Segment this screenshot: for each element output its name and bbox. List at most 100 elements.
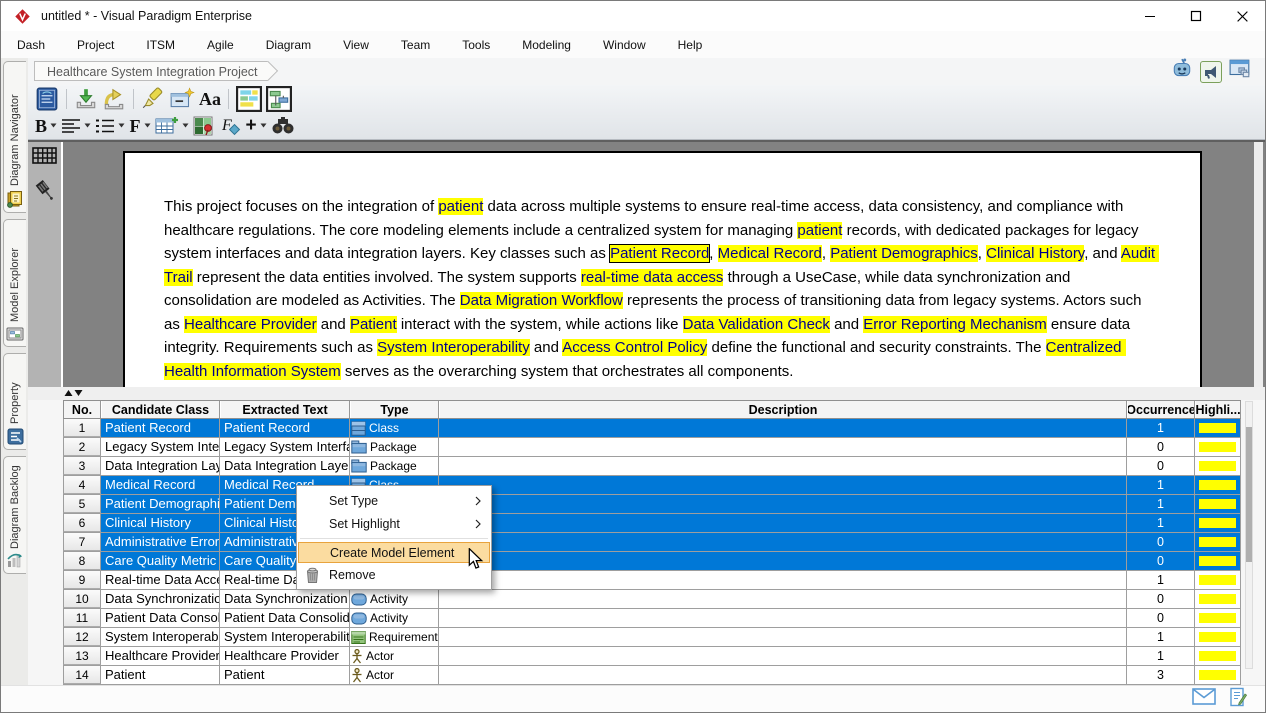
- menu-item-itsm[interactable]: ITSM: [130, 32, 191, 58]
- type-cell[interactable]: Activity: [350, 590, 439, 608]
- menu-item-team[interactable]: Team: [385, 32, 446, 58]
- highlighted-term[interactable]: Patient Demographics: [830, 245, 978, 262]
- description-cell[interactable]: [439, 419, 1127, 437]
- view-diagram-mode-button[interactable]: [266, 87, 292, 111]
- column-header-description[interactable]: Description: [439, 401, 1127, 418]
- export-button[interactable]: [102, 87, 126, 111]
- sidebar-tab-property[interactable]: Property: [3, 353, 26, 450]
- candidate-class-cell[interactable]: System Interoperability: [101, 628, 220, 646]
- candidate-class-cell[interactable]: Real-time Data Access: [101, 571, 220, 589]
- highlighted-term[interactable]: patient: [438, 198, 483, 215]
- font-style-button[interactable]: Aa: [199, 87, 221, 111]
- description-cell[interactable]: [439, 571, 1127, 589]
- highlight-cell[interactable]: [1195, 438, 1241, 456]
- context-menu-item-remove[interactable]: Remove: [298, 563, 490, 586]
- highlighted-term[interactable]: Data Migration Workflow: [460, 292, 623, 309]
- extracted-text-cell[interactable]: Data Synchronization: [220, 590, 350, 608]
- context-menu-item-set-highlight[interactable]: Set Highlight: [298, 512, 490, 535]
- new-window-button[interactable]: [169, 87, 195, 111]
- sidebar-tab-model-explorer[interactable]: Model Explorer: [3, 219, 26, 347]
- highlight-cell[interactable]: [1195, 609, 1241, 627]
- menu-item-project[interactable]: Project: [61, 32, 130, 58]
- menu-item-modeling[interactable]: Modeling: [506, 32, 587, 58]
- window-layout-icon-button[interactable]: [1229, 59, 1251, 84]
- type-cell[interactable]: Requirement: [350, 628, 439, 646]
- highlight-cell[interactable]: [1195, 628, 1241, 646]
- add-button[interactable]: +: [245, 114, 267, 138]
- highlight-cell[interactable]: [1195, 514, 1241, 532]
- table-row[interactable]: 2Legacy System InterfaceLegacy System In…: [63, 438, 1241, 457]
- assistant-robot-icon-button[interactable]: [1171, 58, 1193, 85]
- type-cell[interactable]: Class: [350, 419, 439, 437]
- type-cell[interactable]: Actor: [350, 666, 439, 684]
- candidate-class-cell[interactable]: Patient: [101, 666, 220, 684]
- description-cell[interactable]: [439, 609, 1127, 627]
- candidate-class-cell[interactable]: Healthcare Provider: [101, 647, 220, 665]
- candidate-class-cell[interactable]: Legacy System Interface: [101, 438, 220, 456]
- type-cell[interactable]: Package: [350, 457, 439, 475]
- highlight-cell[interactable]: [1195, 647, 1241, 665]
- menu-item-diagram[interactable]: Diagram: [250, 32, 327, 58]
- extracted-text-cell[interactable]: Data Integration Layer: [220, 457, 350, 475]
- table-row[interactable]: 4Medical RecordMedical RecordClass1: [63, 476, 1241, 495]
- menu-item-dash[interactable]: Dash: [1, 32, 61, 58]
- column-header-no[interactable]: No.: [63, 401, 101, 418]
- description-cell[interactable]: [439, 495, 1127, 513]
- menu-item-window[interactable]: Window: [587, 32, 662, 58]
- sidebar-tab-diagram-backlog[interactable]: Diagram Backlog: [3, 456, 26, 574]
- insert-table-button[interactable]: [155, 114, 189, 138]
- mail-icon-button[interactable]: [1192, 688, 1216, 710]
- color-palette-button[interactable]: [193, 114, 215, 138]
- description-cell[interactable]: [439, 476, 1127, 494]
- extracted-text-cell[interactable]: Patient Record: [220, 419, 350, 437]
- column-header-candidate-class[interactable]: Candidate Class: [101, 401, 220, 418]
- find-button[interactable]: [271, 114, 295, 138]
- extracted-text-cell[interactable]: Legacy System Interface: [220, 438, 350, 456]
- table-row[interactable]: 14PatientPatientActor3: [63, 666, 1241, 685]
- extracted-text-cell[interactable]: Patient Data Consolidation: [220, 609, 350, 627]
- table-row[interactable]: 6Clinical HistoryClinical HistoryClass1: [63, 514, 1241, 533]
- table-row[interactable]: 13Healthcare ProviderHealthcare Provider…: [63, 647, 1241, 666]
- highlighter-button[interactable]: [141, 87, 165, 111]
- candidate-class-cell[interactable]: Administrative Error: [101, 533, 220, 551]
- context-menu-item-set-type[interactable]: Set Type: [298, 489, 490, 512]
- description-cell[interactable]: [439, 457, 1127, 475]
- extracted-text-cell[interactable]: Patient: [220, 666, 350, 684]
- highlighted-term[interactable]: real-time data access: [581, 269, 724, 286]
- highlighted-term[interactable]: Data Validation Check: [683, 316, 830, 333]
- table-row[interactable]: 8Care Quality MetricCare Quality MetricC…: [63, 552, 1241, 571]
- document-page[interactable]: This project focuses on the integration …: [123, 151, 1202, 387]
- candidate-class-cell[interactable]: Patient Data Consolidation: [101, 609, 220, 627]
- highlight-cell[interactable]: [1195, 571, 1241, 589]
- candidate-class-cell[interactable]: Patient Demographics: [101, 495, 220, 513]
- grid-tool[interactable]: [32, 147, 57, 169]
- menu-item-help[interactable]: Help: [662, 32, 719, 58]
- highlighted-term[interactable]: Patient Record: [610, 245, 709, 262]
- sweeper-tool[interactable]: [32, 178, 58, 209]
- menu-item-view[interactable]: View: [327, 32, 385, 58]
- column-header-type[interactable]: Type: [350, 401, 439, 418]
- description-cell[interactable]: [439, 590, 1127, 608]
- description-cell[interactable]: [439, 438, 1127, 456]
- candidate-class-cell[interactable]: Data Integration Layer: [101, 457, 220, 475]
- context-menu-item-create-model-element[interactable]: Create Model Element: [298, 542, 490, 563]
- table-row[interactable]: 7Administrative ErrorAdministrative Erro…: [63, 533, 1241, 552]
- highlighted-term[interactable]: Medical Record: [718, 245, 822, 262]
- panel-divider[interactable]: [28, 387, 1265, 400]
- description-cell[interactable]: [439, 647, 1127, 665]
- list-button[interactable]: [95, 114, 125, 138]
- minimize-button[interactable]: [1127, 1, 1173, 31]
- table-row[interactable]: 5Patient DemographicsPatient Demographic…: [63, 495, 1241, 514]
- description-cell[interactable]: [439, 533, 1127, 551]
- type-cell[interactable]: Activity: [350, 609, 439, 627]
- extracted-text-cell[interactable]: Healthcare Provider: [220, 647, 350, 665]
- divider-collapse-icons[interactable]: [64, 389, 83, 397]
- column-header-highlight[interactable]: Highli...: [1195, 401, 1241, 418]
- highlighted-term[interactable]: Access Control Policy: [562, 339, 707, 356]
- menu-item-agile[interactable]: Agile: [191, 32, 250, 58]
- column-header-extracted-text[interactable]: Extracted Text: [220, 401, 350, 418]
- highlight-cell[interactable]: [1195, 457, 1241, 475]
- extracted-text-cell[interactable]: System Interoperability: [220, 628, 350, 646]
- highlight-cell[interactable]: [1195, 666, 1241, 684]
- highlight-cell[interactable]: [1195, 552, 1241, 570]
